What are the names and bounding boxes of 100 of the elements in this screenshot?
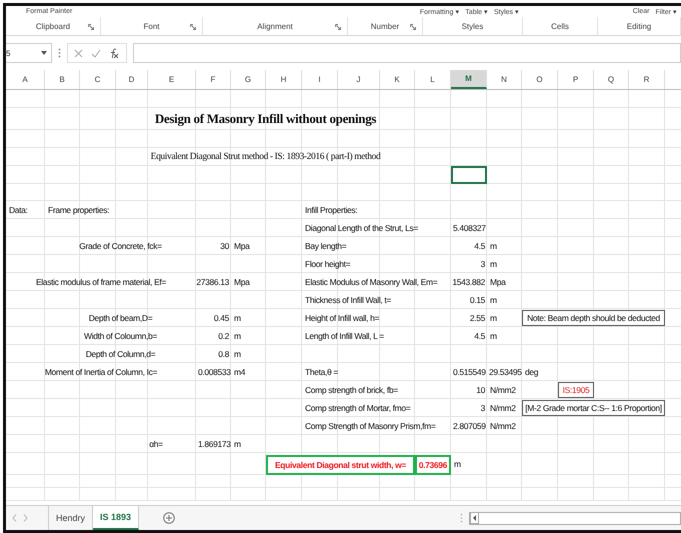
result-label: Equivalent Diagonal strut width, w= (266, 455, 415, 475)
dialog-launcher-icon[interactable] (190, 24, 196, 30)
table-cell-text: m (489, 312, 498, 325)
table-cell-text: Comp strength of brick, fb= (304, 384, 399, 397)
column-header[interactable]: P (558, 70, 594, 89)
column-header[interactable]: H (266, 70, 302, 89)
column-header[interactable]: N (487, 70, 522, 89)
table-cell-text: Infill Properties: (304, 204, 358, 217)
column-header[interactable]: E (148, 70, 196, 89)
column-header[interactable]: O (522, 70, 558, 89)
sheet-subtitle: Equivalent Diagonal Strut method - IS: 1893-2016 ( part-I) method (150, 151, 382, 164)
cancel-icon[interactable] (74, 48, 83, 58)
table-cell-text: Thickness of Infill Wall, t= (304, 294, 392, 307)
table-cell-text: m (453, 458, 462, 471)
note-box: IS:1905 (558, 382, 594, 398)
table-cell-text: 3 (480, 402, 486, 415)
table-cell-text: Bay length= (304, 240, 348, 253)
dialog-launcher-icon[interactable] (88, 24, 94, 30)
table-cell-text: 0.8 (217, 348, 230, 361)
table-cell-text: m (233, 312, 242, 325)
table-cell-text: 3 (480, 258, 486, 271)
add-sheet-icon[interactable] (163, 512, 176, 524)
more-options-icon[interactable] (58, 48, 61, 58)
table-cell-text: Depth of beam,D= (88, 312, 154, 325)
table-cell-text: 0.15 (468, 294, 486, 307)
dropdown-caret-icon[interactable] (41, 51, 47, 55)
table-cell-text: Frame properties: (47, 204, 110, 217)
table-cell-text: 27386.13 (196, 276, 230, 289)
table-cell-text: Width of Coloumn,b= (83, 330, 158, 343)
table-cell-text: Height of Infill wall, h= (304, 312, 380, 325)
column-header[interactable]: M (451, 70, 487, 89)
table-cell-text: m (233, 438, 242, 451)
table-cell-text: Diagonal Length of the Strut, Ls= (304, 222, 419, 235)
table-cell-text: Moment of Inertia of Column, Ic= (44, 366, 158, 379)
table-cell-text: 5.408327 (452, 222, 487, 235)
column-header[interactable]: C (80, 70, 116, 89)
table-cell-text: m4 (233, 366, 246, 379)
table-cell-text: 4.5 (473, 240, 486, 253)
ribbon-group-label: Cells (551, 22, 569, 30)
table-cell-text: N/mm2 (489, 384, 517, 397)
table-cell-text: 1543.882 (451, 276, 486, 289)
column-header[interactable]: R (629, 70, 665, 89)
insert-function-icon[interactable] (109, 48, 120, 58)
table-cell-text: 30 (219, 240, 230, 253)
scroll-left-arrow-icon[interactable] (470, 512, 479, 524)
column-header[interactable]: Q (594, 70, 629, 89)
sheet-tab[interactable]: IS 1893 (93, 506, 140, 530)
column-header[interactable]: A (6, 70, 45, 89)
table-cell-text: 0.2 (217, 330, 230, 343)
table-cell-text: Mpa (233, 240, 251, 253)
ribbon-group-label: Font (143, 22, 160, 30)
column-header[interactable]: B (45, 70, 80, 89)
column-header[interactable]: I (302, 70, 338, 89)
result-value: 0.73696 (415, 455, 451, 475)
table-cell-text: αh= (148, 438, 164, 451)
table-cell-text: 0.515549 (452, 366, 487, 379)
table-cell-text: Length of Infill Wall, L = (304, 330, 385, 343)
table-cell-text: 2.807059 (452, 420, 487, 433)
name-box[interactable]: 5 (6, 43, 52, 63)
note-box: Note: Beam depth should be deducted (522, 310, 665, 326)
table-cell-text: m (489, 330, 498, 343)
table-cell-text: m (489, 294, 498, 307)
table-cell-text: Mpa (489, 276, 507, 289)
ribbon-group-label: Styles (462, 22, 484, 30)
column-header[interactable]: D (116, 70, 148, 89)
dialog-launcher-icon[interactable] (335, 24, 341, 30)
dialog-launcher-icon[interactable] (410, 24, 416, 30)
ribbon-group-label: Clipboard (36, 22, 70, 30)
table-cell-text: m (489, 258, 498, 271)
ribbon-group-label: Alignment (257, 22, 293, 30)
sheet-title: Design of Masonry Infill without openings (154, 110, 378, 128)
table-cell-text: 2.55 (468, 312, 486, 325)
table-cell-text: 29.53495 (488, 366, 522, 379)
column-header[interactable]: G (231, 70, 266, 89)
column-header[interactable]: K (380, 70, 415, 89)
table-cell-text: Grade of Concrete, fck= (78, 240, 163, 253)
table-cell-text: N/mm2 (489, 420, 517, 433)
table-cell-text: 0.45 (212, 312, 230, 325)
table-cell-text: m (233, 348, 242, 361)
ribbon-group-label: Editing (626, 22, 652, 30)
column-header[interactable]: J (338, 70, 380, 89)
table-cell-text: Theta,θ = (304, 366, 339, 379)
table-cell-text: deg (524, 366, 540, 379)
enter-check-icon[interactable] (91, 48, 101, 58)
table-cell-text: Mpa (233, 276, 251, 289)
horizontal-scrollbar[interactable] (469, 512, 681, 524)
column-header[interactable]: F (196, 70, 231, 89)
note-box: [M-2 Grade mortar C:S-- 1:6 Proportion] (522, 400, 665, 416)
table-cell-text: 4.5 (473, 330, 486, 343)
table-cell-text: Floor height= (304, 258, 352, 271)
table-cell-text: 10 (475, 384, 486, 397)
table-cell-text: Elastic modulus of frame material, Ef= (34, 276, 168, 289)
formula-input[interactable] (133, 43, 681, 63)
table-cell-text: 1.869173 (197, 438, 231, 451)
table-cell-text: 0.008533 (197, 366, 231, 379)
selected-cell[interactable] (451, 166, 487, 184)
table-cell-text: Data: (8, 204, 29, 217)
ribbon-group-label: Number (370, 22, 400, 30)
table-cell-text: Comp strength of Mortar, fmo= (304, 402, 412, 415)
table-cell-text: m (233, 330, 242, 343)
